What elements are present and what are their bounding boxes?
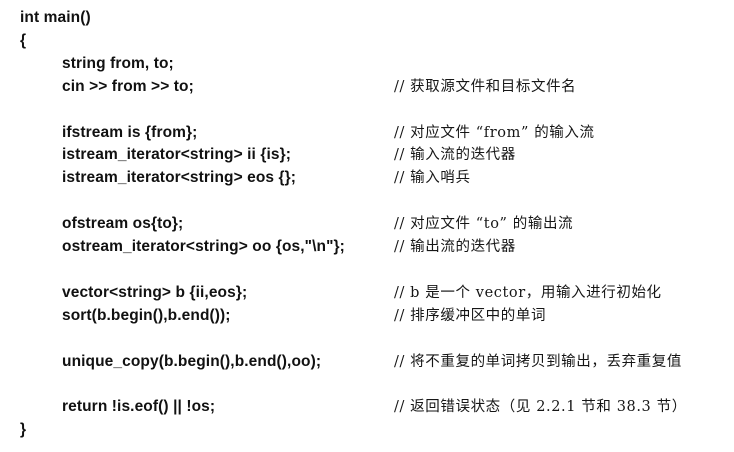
code-comment: // 对应文件 “to” 的输出流 <box>394 216 574 232</box>
code-line: istream_iterator<string> eos {}; <box>62 169 297 186</box>
code-comment: // 返回错误状态（见 2.2.1 节和 38.3 节） <box>394 399 687 415</box>
code-line: vector<string> b {ii,eos}; <box>62 284 248 301</box>
code-line: } <box>20 421 27 438</box>
code-line: istream_iterator<string> ii {is}; <box>62 146 292 163</box>
code-comment: // 将不重复的单词拷贝到输出，丢弃重复值 <box>394 354 682 370</box>
code-line: sort(b.begin(),b.end()); <box>62 307 231 324</box>
code-line: string from, to; <box>62 55 174 72</box>
code-line: int main() <box>20 9 91 26</box>
code-line: ofstream os{to}; <box>62 215 184 232</box>
code-comment: // 输入流的迭代器 <box>394 147 516 163</box>
code-line: cin >> from >> to; <box>62 78 194 95</box>
code-comment: // 输入哨兵 <box>394 170 471 186</box>
code-line: { <box>20 32 27 49</box>
code-comment: // 获取源文件和目标文件名 <box>394 79 577 95</box>
code-comment: // 排序缓冲区中的单词 <box>394 308 547 324</box>
code-comment: // 输出流的迭代器 <box>394 239 516 255</box>
code-line: ostream_iterator<string> oo {os,"\n"}; <box>62 238 345 255</box>
code-listing: int main() { string from, to; cin >> from >… <box>0 0 734 452</box>
code-line: unique_copy(b.begin(),b.end(),oo); <box>62 353 322 370</box>
code-line: ifstream is {from}; <box>62 124 198 141</box>
code-comment: // 对应文件 “from” 的输入流 <box>394 125 595 141</box>
code-line: return !is.eof() || !os; <box>62 398 216 415</box>
code-comment: // b 是一个 vector，用输入进行初始化 <box>394 285 662 301</box>
